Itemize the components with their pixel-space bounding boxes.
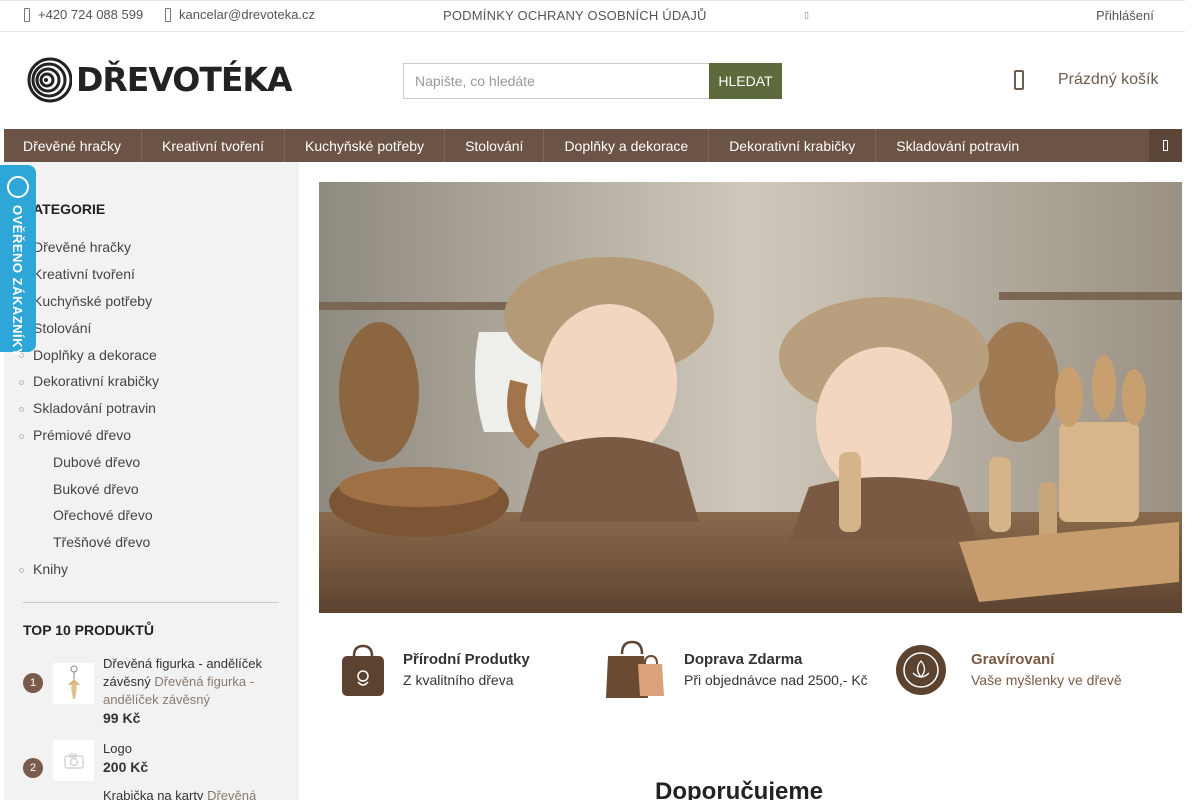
category-item[interactable]: Prémiové dřevo <box>18 422 159 449</box>
recommended-heading: Doporučujeme <box>655 778 824 800</box>
feature-natural-products: Přírodní Produtky Z kvalitního dřeva <box>333 640 530 700</box>
phone-contact[interactable]: +420 724 088 599 <box>24 7 143 22</box>
search-button[interactable]: HLEDAT <box>709 63 782 99</box>
nav-item-boxes[interactable]: Dekorativní krabičky <box>709 129 877 162</box>
hero-banner[interactable] <box>319 182 1182 613</box>
sidebar: KATEGORIE Dřevěné hračky Kreativní tvoře… <box>4 162 299 800</box>
nav-item-dining[interactable]: Stolování <box>445 129 545 162</box>
subcategory-item[interactable]: Bukové dřevo <box>23 475 159 502</box>
product-thumbnail[interactable] <box>53 663 94 704</box>
top10-heading: TOP 10 PRODUKTŮ <box>23 622 154 638</box>
category-item[interactable]: Dřevěné hračky <box>18 234 159 261</box>
top-product-item[interactable]: 3 Krabička na karty Dřevěná <box>23 787 283 800</box>
email-address[interactable]: kancelar@drevoteka.cz <box>179 7 315 22</box>
menu-more-icon <box>1163 140 1168 151</box>
subcategory-item[interactable]: Dubové dřevo <box>23 448 159 475</box>
feature-title: Gravírovaní <box>971 651 1055 668</box>
shopping-bag-icon <box>333 640 393 700</box>
subcategory-item[interactable]: Třešňové dřevo <box>23 529 159 556</box>
nav-item-wooden-toys[interactable]: Dřevěné hračky <box>4 129 143 162</box>
category-list: Dřevěné hračky Kreativní tvoření Kuchyňs… <box>18 234 159 583</box>
logo-text: DŘEVOTÉKA <box>76 59 293 99</box>
dropdown-icon[interactable]: ▯ <box>804 10 809 21</box>
category-item[interactable]: Knihy <box>18 556 159 583</box>
product-name[interactable]: Krabička na karty <box>103 788 203 800</box>
product-category[interactable]: Dřevěná <box>207 788 256 800</box>
cart-label[interactable]: Prázdný košík <box>1058 71 1158 89</box>
product-thumbnail[interactable] <box>53 740 94 781</box>
rank-badge: 1 <box>23 673 43 693</box>
verified-by-customers-badge[interactable]: OVĚŘENO ZÁKAZNÍKY <box>0 165 36 357</box>
shopping-bags-icon <box>604 640 664 700</box>
verified-seal-icon <box>7 176 29 198</box>
product-price: 200 Kč <box>103 759 149 775</box>
subcategory-item[interactable]: Ořechové dřevo <box>23 502 159 529</box>
camera-placeholder-icon <box>63 753 84 769</box>
product-price: 99 Kč <box>103 710 141 726</box>
top-product-item[interactable]: 1 Dřevěná figurka - andělíček závěsný Dř… <box>23 655 283 727</box>
angel-figurine-icon <box>67 665 80 699</box>
feature-subtitle: Z kvalitního dřeva <box>403 672 514 688</box>
kids-kitchen-banner-image <box>319 182 1182 613</box>
feature-subtitle: Při objednávce nad 2500,- Kč <box>684 672 868 688</box>
sidebar-divider <box>23 602 279 603</box>
feature-title: Přírodní Produtky <box>403 651 530 668</box>
engraving-leaf-icon <box>891 640 951 700</box>
product-name[interactable]: Logo <box>103 740 273 758</box>
feature-title: Doprava Zdarma <box>684 651 803 668</box>
category-item[interactable]: Stolování <box>18 314 159 341</box>
search-input[interactable] <box>403 63 709 99</box>
main-navigation: Dřevěné hračky Kreativní tvoření Kuchyňs… <box>4 129 1182 162</box>
cart-icon[interactable] <box>1014 70 1024 90</box>
nav-item-decor[interactable]: Doplňky a dekorace <box>544 129 710 162</box>
product-thumbnail[interactable] <box>53 795 94 800</box>
phone-number[interactable]: +420 724 088 599 <box>38 7 143 22</box>
search-form: HLEDAT <box>403 63 782 99</box>
category-item[interactable]: Kuchyňské potřeby <box>18 288 159 315</box>
top-bar: +420 724 088 599 kancelar@drevoteka.cz P… <box>0 0 1185 32</box>
category-item[interactable]: Dekorativní krabičky <box>18 368 159 395</box>
feature-subtitle: Vaše myšlenky ve dřevě <box>971 672 1122 688</box>
top-product-item[interactable]: 2 Logo 200 Kč <box>23 740 283 781</box>
nav-item-creative[interactable]: Kreativní tvoření <box>142 129 285 162</box>
rank-badge: 2 <box>23 758 43 778</box>
tree-rings-logo-icon <box>24 55 72 103</box>
category-item[interactable]: Kreativní tvoření <box>18 261 159 288</box>
category-item[interactable]: Skladování potravin <box>18 395 159 422</box>
feature-free-shipping: Doprava Zdarma Při objednávce nad 2500,-… <box>604 640 868 700</box>
login-link[interactable]: Přihlášení <box>1096 8 1154 23</box>
nav-item-food-storage[interactable]: Skladování potravin <box>876 129 1039 162</box>
privacy-policy-link[interactable]: PODMÍNKY OCHRANY OSOBNÍCH ÚDAJŮ <box>443 8 707 23</box>
feature-engraving: Gravírovaní Vaše myšlenky ve dřevě <box>891 640 1122 700</box>
badge-text: OVĚŘENO ZÁKAZNÍKY <box>10 205 25 358</box>
email-icon <box>165 7 171 22</box>
category-item[interactable]: Doplňky a dekorace <box>18 341 159 368</box>
site-logo[interactable]: DŘEVOTÉKA <box>24 55 293 103</box>
email-contact[interactable]: kancelar@drevoteka.cz <box>165 7 315 22</box>
nav-item-kitchen[interactable]: Kuchyňské potřeby <box>285 129 446 162</box>
phone-icon <box>24 7 30 22</box>
nav-more-button[interactable] <box>1149 129 1182 162</box>
cart[interactable]: Prázdný košík <box>1014 70 1158 90</box>
